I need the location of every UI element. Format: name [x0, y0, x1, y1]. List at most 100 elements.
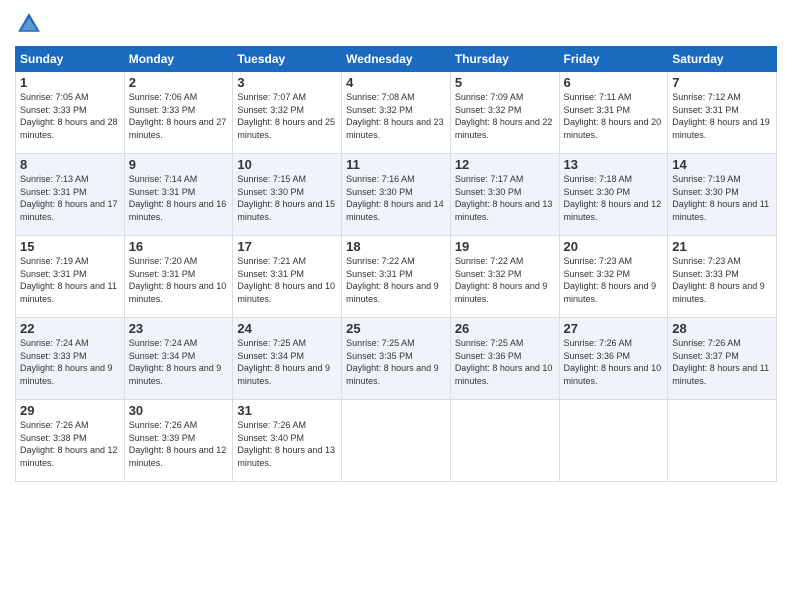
weekday-header-friday: Friday: [559, 47, 668, 72]
day-info: Sunrise: 7:26 AM Sunset: 3:37 PM Dayligh…: [672, 337, 772, 387]
calendar-cell: 21 Sunrise: 7:23 AM Sunset: 3:33 PM Dayl…: [668, 236, 777, 318]
calendar-cell: 19 Sunrise: 7:22 AM Sunset: 3:32 PM Dayl…: [450, 236, 559, 318]
day-number: 14: [672, 157, 772, 172]
calendar-cell: 6 Sunrise: 7:11 AM Sunset: 3:31 PM Dayli…: [559, 72, 668, 154]
calendar-cell: 12 Sunrise: 7:17 AM Sunset: 3:30 PM Dayl…: [450, 154, 559, 236]
calendar-cell: 24 Sunrise: 7:25 AM Sunset: 3:34 PM Dayl…: [233, 318, 342, 400]
header: [15, 10, 777, 38]
day-number: 17: [237, 239, 337, 254]
day-info: Sunrise: 7:17 AM Sunset: 3:30 PM Dayligh…: [455, 173, 555, 223]
calendar-cell: 23 Sunrise: 7:24 AM Sunset: 3:34 PM Dayl…: [124, 318, 233, 400]
day-info: Sunrise: 7:26 AM Sunset: 3:36 PM Dayligh…: [564, 337, 664, 387]
calendar-cell: 29 Sunrise: 7:26 AM Sunset: 3:38 PM Dayl…: [16, 400, 125, 482]
day-number: 18: [346, 239, 446, 254]
day-number: 9: [129, 157, 229, 172]
calendar-cell: 16 Sunrise: 7:20 AM Sunset: 3:31 PM Dayl…: [124, 236, 233, 318]
day-info: Sunrise: 7:26 AM Sunset: 3:39 PM Dayligh…: [129, 419, 229, 469]
day-number: 16: [129, 239, 229, 254]
day-info: Sunrise: 7:06 AM Sunset: 3:33 PM Dayligh…: [129, 91, 229, 141]
day-info: Sunrise: 7:19 AM Sunset: 3:31 PM Dayligh…: [20, 255, 120, 305]
logo-icon: [15, 10, 43, 38]
day-number: 27: [564, 321, 664, 336]
day-info: Sunrise: 7:24 AM Sunset: 3:34 PM Dayligh…: [129, 337, 229, 387]
calendar-cell: 1 Sunrise: 7:05 AM Sunset: 3:33 PM Dayli…: [16, 72, 125, 154]
day-number: 30: [129, 403, 229, 418]
day-info: Sunrise: 7:22 AM Sunset: 3:32 PM Dayligh…: [455, 255, 555, 305]
calendar-cell: 10 Sunrise: 7:15 AM Sunset: 3:30 PM Dayl…: [233, 154, 342, 236]
calendar-cell: 8 Sunrise: 7:13 AM Sunset: 3:31 PM Dayli…: [16, 154, 125, 236]
calendar-cell: 17 Sunrise: 7:21 AM Sunset: 3:31 PM Dayl…: [233, 236, 342, 318]
calendar-cell: 4 Sunrise: 7:08 AM Sunset: 3:32 PM Dayli…: [342, 72, 451, 154]
weekday-header-row: SundayMondayTuesdayWednesdayThursdayFrid…: [16, 47, 777, 72]
day-info: Sunrise: 7:16 AM Sunset: 3:30 PM Dayligh…: [346, 173, 446, 223]
day-info: Sunrise: 7:15 AM Sunset: 3:30 PM Dayligh…: [237, 173, 337, 223]
calendar-cell: [559, 400, 668, 482]
day-number: 13: [564, 157, 664, 172]
calendar-week-row: 1 Sunrise: 7:05 AM Sunset: 3:33 PM Dayli…: [16, 72, 777, 154]
day-number: 19: [455, 239, 555, 254]
day-number: 29: [20, 403, 120, 418]
calendar-cell: 9 Sunrise: 7:14 AM Sunset: 3:31 PM Dayli…: [124, 154, 233, 236]
calendar-cell: 25 Sunrise: 7:25 AM Sunset: 3:35 PM Dayl…: [342, 318, 451, 400]
day-number: 10: [237, 157, 337, 172]
day-number: 5: [455, 75, 555, 90]
logo: [15, 10, 47, 38]
day-number: 3: [237, 75, 337, 90]
calendar-cell: 27 Sunrise: 7:26 AM Sunset: 3:36 PM Dayl…: [559, 318, 668, 400]
day-number: 25: [346, 321, 446, 336]
day-info: Sunrise: 7:14 AM Sunset: 3:31 PM Dayligh…: [129, 173, 229, 223]
calendar-week-row: 8 Sunrise: 7:13 AM Sunset: 3:31 PM Dayli…: [16, 154, 777, 236]
day-info: Sunrise: 7:08 AM Sunset: 3:32 PM Dayligh…: [346, 91, 446, 141]
weekday-header-tuesday: Tuesday: [233, 47, 342, 72]
day-number: 1: [20, 75, 120, 90]
day-info: Sunrise: 7:26 AM Sunset: 3:40 PM Dayligh…: [237, 419, 337, 469]
day-info: Sunrise: 7:21 AM Sunset: 3:31 PM Dayligh…: [237, 255, 337, 305]
weekday-header-saturday: Saturday: [668, 47, 777, 72]
day-info: Sunrise: 7:13 AM Sunset: 3:31 PM Dayligh…: [20, 173, 120, 223]
calendar-cell: 26 Sunrise: 7:25 AM Sunset: 3:36 PM Dayl…: [450, 318, 559, 400]
weekday-header-wednesday: Wednesday: [342, 47, 451, 72]
day-number: 24: [237, 321, 337, 336]
calendar-cell: 22 Sunrise: 7:24 AM Sunset: 3:33 PM Dayl…: [16, 318, 125, 400]
weekday-header-monday: Monday: [124, 47, 233, 72]
calendar-cell: 31 Sunrise: 7:26 AM Sunset: 3:40 PM Dayl…: [233, 400, 342, 482]
calendar-cell: 14 Sunrise: 7:19 AM Sunset: 3:30 PM Dayl…: [668, 154, 777, 236]
calendar-cell: [668, 400, 777, 482]
day-info: Sunrise: 7:23 AM Sunset: 3:32 PM Dayligh…: [564, 255, 664, 305]
day-number: 7: [672, 75, 772, 90]
day-number: 21: [672, 239, 772, 254]
day-info: Sunrise: 7:20 AM Sunset: 3:31 PM Dayligh…: [129, 255, 229, 305]
page: SundayMondayTuesdayWednesdayThursdayFrid…: [0, 0, 792, 612]
day-info: Sunrise: 7:11 AM Sunset: 3:31 PM Dayligh…: [564, 91, 664, 141]
day-number: 28: [672, 321, 772, 336]
day-info: Sunrise: 7:25 AM Sunset: 3:35 PM Dayligh…: [346, 337, 446, 387]
day-number: 20: [564, 239, 664, 254]
calendar-cell: 5 Sunrise: 7:09 AM Sunset: 3:32 PM Dayli…: [450, 72, 559, 154]
day-info: Sunrise: 7:19 AM Sunset: 3:30 PM Dayligh…: [672, 173, 772, 223]
day-info: Sunrise: 7:18 AM Sunset: 3:30 PM Dayligh…: [564, 173, 664, 223]
day-info: Sunrise: 7:23 AM Sunset: 3:33 PM Dayligh…: [672, 255, 772, 305]
day-number: 26: [455, 321, 555, 336]
calendar-cell: 28 Sunrise: 7:26 AM Sunset: 3:37 PM Dayl…: [668, 318, 777, 400]
day-info: Sunrise: 7:26 AM Sunset: 3:38 PM Dayligh…: [20, 419, 120, 469]
calendar-week-row: 22 Sunrise: 7:24 AM Sunset: 3:33 PM Dayl…: [16, 318, 777, 400]
day-info: Sunrise: 7:25 AM Sunset: 3:36 PM Dayligh…: [455, 337, 555, 387]
calendar-cell: 11 Sunrise: 7:16 AM Sunset: 3:30 PM Dayl…: [342, 154, 451, 236]
calendar-cell: 2 Sunrise: 7:06 AM Sunset: 3:33 PM Dayli…: [124, 72, 233, 154]
day-info: Sunrise: 7:12 AM Sunset: 3:31 PM Dayligh…: [672, 91, 772, 141]
weekday-header-thursday: Thursday: [450, 47, 559, 72]
calendar-cell: 20 Sunrise: 7:23 AM Sunset: 3:32 PM Dayl…: [559, 236, 668, 318]
calendar-cell: [450, 400, 559, 482]
day-number: 8: [20, 157, 120, 172]
day-info: Sunrise: 7:07 AM Sunset: 3:32 PM Dayligh…: [237, 91, 337, 141]
day-number: 11: [346, 157, 446, 172]
calendar-cell: 30 Sunrise: 7:26 AM Sunset: 3:39 PM Dayl…: [124, 400, 233, 482]
weekday-header-sunday: Sunday: [16, 47, 125, 72]
day-number: 12: [455, 157, 555, 172]
calendar-cell: 13 Sunrise: 7:18 AM Sunset: 3:30 PM Dayl…: [559, 154, 668, 236]
day-number: 23: [129, 321, 229, 336]
calendar-cell: 18 Sunrise: 7:22 AM Sunset: 3:31 PM Dayl…: [342, 236, 451, 318]
calendar-cell: 15 Sunrise: 7:19 AM Sunset: 3:31 PM Dayl…: [16, 236, 125, 318]
day-number: 6: [564, 75, 664, 90]
day-info: Sunrise: 7:24 AM Sunset: 3:33 PM Dayligh…: [20, 337, 120, 387]
